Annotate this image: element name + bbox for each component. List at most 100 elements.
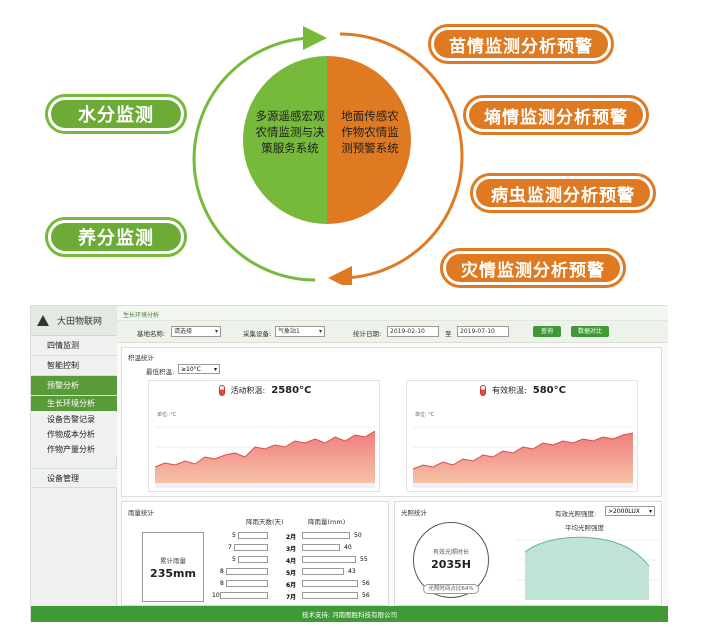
effective-temp-chart: 有效积温: 580°C 单位: °C xyxy=(406,380,638,492)
rain-panel: 雨量统计 降雨天数(天) 降雨量(mm) 累计雨量 235mm 5 2月 50 … xyxy=(121,501,389,606)
compare-button[interactable]: 数据对比 xyxy=(571,326,609,337)
to-label: 至 xyxy=(445,330,452,338)
sidebar-item-warning-analysis[interactable]: 预警分析 xyxy=(31,376,117,396)
sidebar-item-device-mgmt[interactable]: 设备管理 xyxy=(31,468,117,488)
sidebar-item-smart-control[interactable]: 智能控制 xyxy=(31,356,117,376)
rain-amount-bar xyxy=(302,544,340,551)
rain-row: 8 6月 56 xyxy=(212,578,382,590)
seedling-warning-label: 苗情监测分析预警 xyxy=(434,30,608,58)
rain-days-value: 8 xyxy=(220,568,224,575)
rain-month: 3月 xyxy=(286,546,297,553)
rain-amount-value: 50 xyxy=(354,532,362,539)
remote-sensing-system-label: 多源遥感宏观农情监测与决策服务系统 xyxy=(255,109,325,155)
chevron-down-icon: ▾ xyxy=(648,508,652,515)
breadcrumb: 生长环境分析 xyxy=(117,306,668,321)
soil-moisture-warning-label: 墒情监测分析预警 xyxy=(469,101,643,129)
active-temp-chart: 活动积温: 2580°C 单位: °C xyxy=(148,380,380,492)
sidebar-item-label: 智能控制 xyxy=(47,361,79,370)
device-select[interactable]: 气象站1 ▾ xyxy=(275,326,325,337)
nutrient-monitoring-label: 养分监测 xyxy=(51,223,181,251)
ground-sensor-system-label: 地面传感农作物农情监测预警系统 xyxy=(341,109,399,155)
water-monitoring-label: 水分监测 xyxy=(51,100,181,128)
subnav-label: 作物产量分析 xyxy=(47,445,95,454)
filter-bar: 基地名称: 请选择 ▾ 采集设备: 气象站1 ▾ 统计日期: 2019-02-1… xyxy=(117,321,668,343)
rain-amount-value: 56 xyxy=(362,580,370,587)
rain-month: 6月 xyxy=(286,582,297,589)
subnav-label: 作物成本分析 xyxy=(47,430,95,439)
disaster-warning-pill: 灾情监测分析预警 xyxy=(440,248,626,288)
rain-days-bar xyxy=(226,580,268,587)
light-panel: 光照统计 有效光照强度: >2000LUX ▾ 有效光照时长 2035H 光照时… xyxy=(394,501,662,606)
subnav-device-alarm[interactable]: 设备告警记录 xyxy=(31,412,117,427)
light-intensity-select[interactable]: >2000LUX ▾ xyxy=(605,506,655,516)
rain-days-bar xyxy=(226,568,268,575)
light-ratio-badge: 光照时间占比64% xyxy=(423,584,479,594)
app-window: 大田物联网 四情监测 智能控制 预警分析 生长环境分析 设备告警记录 作物成本分… xyxy=(30,305,668,622)
rain-amount-bar xyxy=(302,580,358,587)
sidebar: 大田物联网 四情监测 智能控制 预警分析 生长环境分析 设备告警记录 作物成本分… xyxy=(31,306,117,606)
rain-row: 10 7月 56 xyxy=(212,590,382,602)
thermometer-icon xyxy=(218,385,225,396)
date-to-value: 2019-07-10 xyxy=(460,328,495,335)
accum-temp-title: 积温统计 xyxy=(128,354,154,362)
device-select-value: 气象站1 xyxy=(278,328,300,335)
rain-days-bar xyxy=(238,556,268,563)
rain-days-bar xyxy=(238,532,268,539)
threshold-label: 最低积温: xyxy=(146,368,175,376)
effective-light-value: 2035H xyxy=(431,558,471,571)
effective-temp-header: 有效积温: 580°C xyxy=(407,385,639,396)
base-label: 基地名称: xyxy=(137,330,166,338)
rain-amount-value: 43 xyxy=(348,568,356,575)
rain-month: 5月 xyxy=(286,570,297,577)
water-monitoring-pill: 水分监测 xyxy=(45,94,187,134)
threshold-select[interactable]: ≥10°C ▾ xyxy=(178,364,220,374)
date-label: 统计日期: xyxy=(353,330,382,338)
date-to-input[interactable]: 2019-07-10 xyxy=(457,326,509,337)
system-circle: 多源遥感宏观农情监测与决策服务系统 地面传感农作物农情监测预警系统 xyxy=(243,56,411,224)
brand: 大田物联网 xyxy=(31,306,117,336)
rain-amount-bar xyxy=(302,592,358,599)
light-intensity-label: 有效光照强度: xyxy=(555,510,597,518)
sidebar-item-label: 预警分析 xyxy=(47,381,79,390)
subnav-crop-yield[interactable]: 作物产量分析 xyxy=(31,442,117,457)
sidebar-item-label: 四情监测 xyxy=(47,341,79,350)
rain-month: 4月 xyxy=(286,558,297,565)
rain-title: 雨量统计 xyxy=(128,509,154,517)
sidebar-item-four-conditions[interactable]: 四情监测 xyxy=(31,336,117,356)
date-from-input[interactable]: 2019-02-10 xyxy=(387,326,439,337)
active-temp-area xyxy=(155,426,375,488)
rain-row: 7 3月 40 xyxy=(212,542,382,554)
chevron-down-icon: ▾ xyxy=(214,328,218,335)
warning-icon xyxy=(37,315,49,326)
effective-light-label: 有效光照时长 xyxy=(432,549,469,556)
rain-row: 5 4月 55 xyxy=(212,554,382,566)
rain-days-value: 5 xyxy=(232,532,236,539)
total-rain-value: 235mm xyxy=(150,567,196,580)
soil-moisture-warning-pill: 墒情监测分析预警 xyxy=(463,95,649,135)
active-temp-header: 活动积温: 2580°C xyxy=(149,385,381,396)
date-from-value: 2019-02-10 xyxy=(390,328,425,335)
effective-temp-value: 580°C xyxy=(532,385,566,396)
subnav-crop-cost[interactable]: 作物成本分析 xyxy=(31,427,117,442)
subnav-growth-env[interactable]: 生长环境分析 xyxy=(31,396,117,411)
thermometer-icon xyxy=(480,385,487,396)
chevron-down-icon: ▾ xyxy=(318,328,322,335)
light-title: 光照统计 xyxy=(401,509,427,517)
query-button[interactable]: 查询 xyxy=(533,326,561,337)
rain-amount-bar xyxy=(302,532,350,539)
pest-warning-pill: 病虫监测分析预警 xyxy=(470,173,656,213)
brand-label: 大田物联网 xyxy=(57,317,103,327)
subnav-label: 设备告警记录 xyxy=(47,415,95,424)
light-area-chart xyxy=(517,536,659,600)
device-label: 采集设备: xyxy=(243,330,272,338)
sidebar-item-label: 设备管理 xyxy=(47,473,79,483)
rain-days-value: 7 xyxy=(228,544,232,551)
nutrient-monitoring-pill: 养分监测 xyxy=(45,217,187,257)
chevron-down-icon: ▾ xyxy=(213,366,217,373)
active-temp-value: 2580°C xyxy=(271,385,312,396)
rain-amount-bar xyxy=(302,556,356,563)
main-content: 生长环境分析 基地名称: 请选择 ▾ 采集设备: 气象站1 ▾ 统计日期: 20… xyxy=(117,306,668,606)
footer: 技术支持: 河南图胜科技有限公司 xyxy=(31,606,668,622)
base-select[interactable]: 请选择 ▾ xyxy=(171,326,221,337)
rain-month: 7月 xyxy=(286,594,297,601)
